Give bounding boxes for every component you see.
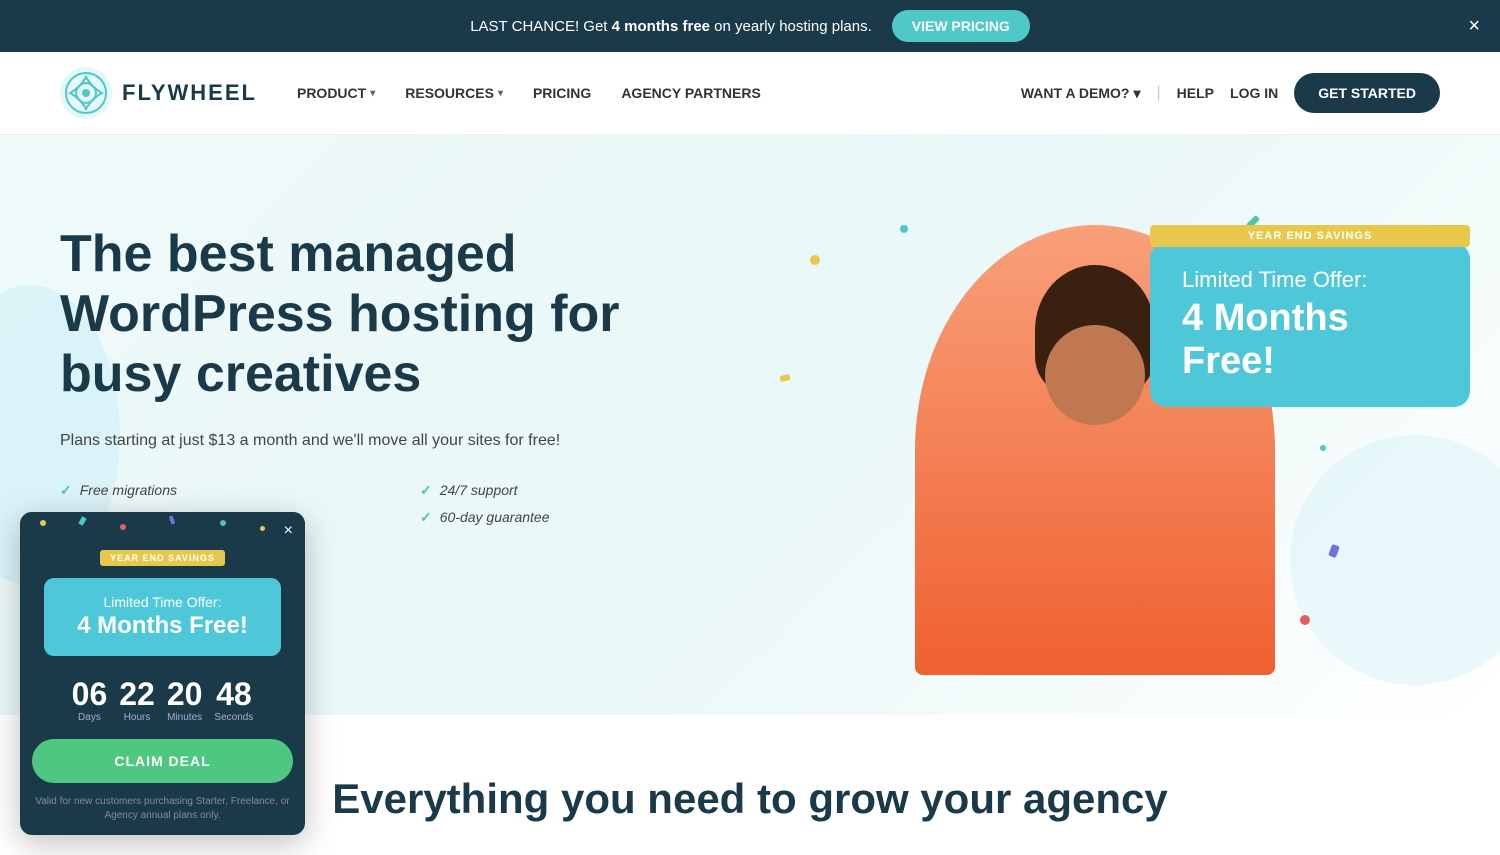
nav-pricing-label: PRICING [533,85,591,101]
countdown-hours-label: Hours [119,712,155,723]
nav-resources[interactable]: RESOURCES ▾ [405,85,503,101]
nav-product-chevron: ▾ [370,88,375,99]
announcement-bold: 4 months free [612,18,710,35]
popup-offer-subtitle: Limited Time Offer: [64,594,261,610]
hero-title: The best managed WordPress hosting for b… [60,225,750,404]
nav-demo-chevron: ▾ [1133,85,1140,102]
countdown-seconds-number: 48 [214,678,253,710]
year-end-savings-tag: YEAR END SAVINGS [1150,225,1470,247]
offer-badge: YEAR END SAVINGS Limited Time Offer: 4 M… [1150,225,1470,407]
claim-deal-button[interactable]: CLAIM DEAL [32,739,293,783]
offer-main-text: 4 Months Free! [1182,297,1438,383]
nav-resources-label: RESOURCES [405,85,494,101]
announcement-bar: LAST CHANCE! Get 4 months free on yearly… [0,0,1500,52]
logo-text: FLYWHEEL [122,80,257,106]
popup-close-button[interactable]: × [284,522,293,540]
nav-demo[interactable]: WANT A DEMO? ▾ [1021,85,1141,102]
nav-product-label: PRODUCT [297,85,366,101]
navbar: FLYWHEEL PRODUCT ▾ RESOURCES ▾ PRICING A… [0,52,1500,135]
feature-guarantee: ✓ 60-day guarantee [420,509,750,526]
logo[interactable]: FLYWHEEL [60,67,257,119]
countdown-seconds-label: Seconds [214,712,253,723]
countdown-days-label: Days [72,712,108,723]
nav-divider: | [1157,84,1161,102]
check-icon: ✓ [420,482,432,499]
popup-confetti-strip [20,512,305,542]
offer-box: Limited Time Offer: 4 Months Free! [1150,243,1470,407]
nav-agency-partners[interactable]: AGENCY PARTNERS [621,85,761,101]
nav-pricing[interactable]: PRICING [533,85,591,101]
check-icon: ✓ [420,509,432,526]
countdown-minutes-number: 20 [167,678,203,710]
feature-text: Free migrations [80,482,177,498]
feature-support: ✓ 24/7 support [420,482,750,499]
countdown-minutes: 20 Minutes [167,678,203,723]
popup-footnote: Valid for new customers purchasing Start… [20,791,305,835]
popup-countdown: 06 Days 22 Hours 20 Minutes 48 Seconds [20,664,305,731]
nav-agency-partners-label: AGENCY PARTNERS [621,85,761,101]
feature-text: 60-day guarantee [440,509,550,525]
popup-widget: × YEAR END SAVINGS Limited Time Offer: 4… [20,512,305,835]
nav-right: WANT A DEMO? ▾ | HELP LOG IN GET STARTED [1021,73,1440,113]
nav-links: PRODUCT ▾ RESOURCES ▾ PRICING AGENCY PAR… [297,85,1021,101]
flywheel-logo-icon [60,67,112,119]
nav-resources-chevron: ▾ [498,88,503,99]
popup-year-tag-area: YEAR END SAVINGS [20,542,305,578]
popup-offer-box: Limited Time Offer: 4 Months Free! [44,578,281,656]
announcement-close-button[interactable]: × [1468,16,1480,36]
feature-text: 24/7 support [440,482,518,498]
nav-login[interactable]: LOG IN [1230,85,1278,101]
feature-free-migrations: ✓ Free migrations [60,482,390,499]
countdown-minutes-label: Minutes [167,712,203,723]
countdown-days: 06 Days [72,678,108,723]
countdown-hours: 22 Hours [119,678,155,723]
offer-subtitle: Limited Time Offer: [1182,267,1438,293]
announcement-text: LAST CHANCE! Get 4 months free on yearly… [470,18,872,35]
check-icon: ✓ [60,482,72,499]
nav-demo-label: WANT A DEMO? [1021,85,1130,101]
popup-offer-area: Limited Time Offer: 4 Months Free! [20,578,305,664]
countdown-seconds: 48 Seconds [214,678,253,723]
nav-help[interactable]: HELP [1177,85,1214,101]
popup-offer-main: 4 Months Free! [64,612,261,640]
view-pricing-button[interactable]: VIEW PRICING [892,10,1030,42]
announcement-prefix: LAST CHANCE! Get [470,18,611,35]
popup-year-end-tag: YEAR END SAVINGS [100,550,225,566]
hero-right: YEAR END SAVINGS Limited Time Offer: 4 M… [750,195,1440,675]
countdown-hours-number: 22 [119,678,155,710]
nav-product[interactable]: PRODUCT ▾ [297,85,375,101]
countdown-days-number: 06 [72,678,108,710]
get-started-button[interactable]: GET STARTED [1294,73,1440,113]
person-face [1045,325,1145,425]
announcement-suffix: on yearly hosting plans. [710,18,872,35]
hero-subtitle: Plans starting at just $13 a month and w… [60,428,750,454]
